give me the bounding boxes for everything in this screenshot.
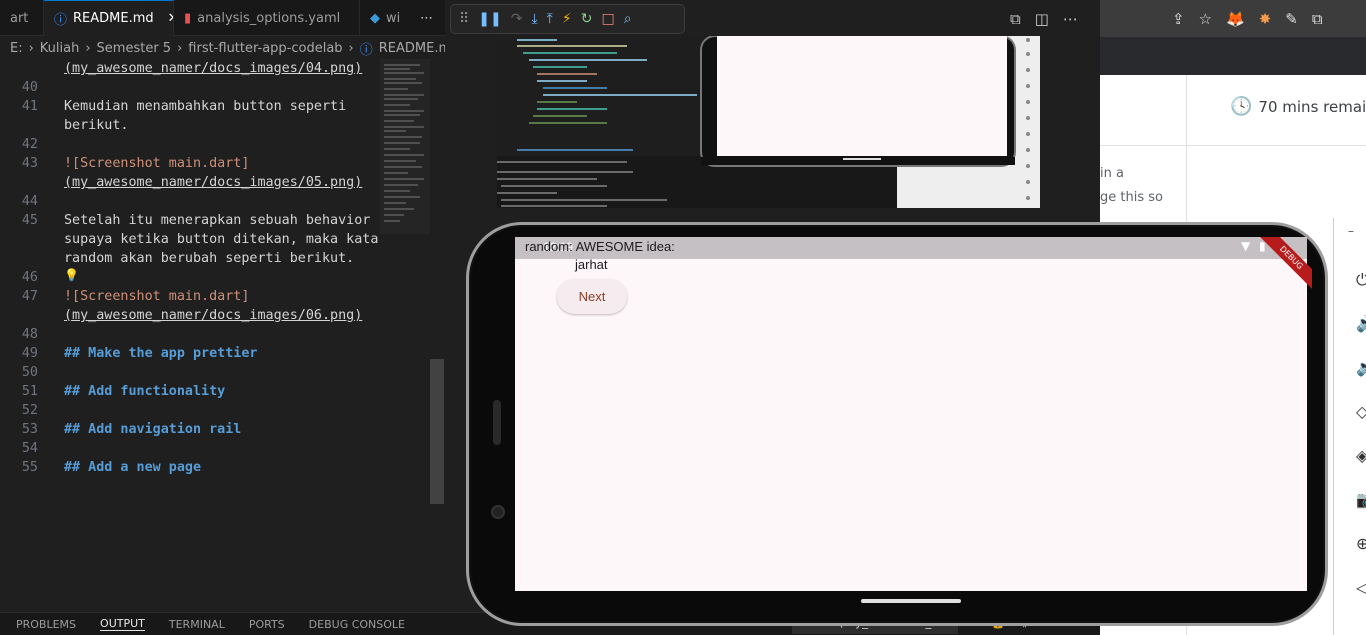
stop-icon[interactable]: □ (601, 11, 614, 27)
more-icon[interactable]: ⋯ (1063, 10, 1078, 28)
extensions-puzzle-icon[interactable]: ⧉ (1312, 10, 1323, 28)
editor-actions: ⧉ ◫ ⋯ (1010, 4, 1100, 34)
drag-handle-icon[interactable]: ⠿ (459, 11, 469, 27)
eyedropper-icon[interactable]: ✎ (1285, 10, 1298, 28)
preview-code-screenshot (497, 36, 1040, 208)
snippet-line: in a (1100, 166, 1124, 181)
rotate-right-icon[interactable]: ◈ (1356, 434, 1366, 478)
editor-tab-analysis[interactable]: ▮ analysis_options.yaml (174, 0, 360, 36)
side-button (493, 400, 501, 445)
breadcrumb-item[interactable]: E: (10, 41, 23, 56)
step-over-icon[interactable]: ↷ (511, 11, 523, 27)
step-out-icon[interactable]: ⤒ (547, 11, 553, 27)
emulator-controls: ⏻ 🔊 🔉 ◇ ◈ 📷 ⊕ ◁ (1356, 258, 1366, 610)
volume-down-icon[interactable]: 🔉 (1356, 346, 1366, 390)
metamask-extension-icon[interactable]: 🦊 (1226, 10, 1245, 28)
tab-label: README.md (73, 11, 154, 26)
tab-debug-console[interactable]: DEBUG CONSOLE (309, 618, 405, 631)
time-remaining: 🕓 70 mins remain (1230, 96, 1366, 117)
breadcrumb-item[interactable]: README.md (379, 41, 445, 56)
emulator-control-panel: – ⏻ 🔊 🔉 ◇ ◈ 📷 ⊕ ◁ (1333, 218, 1366, 635)
page-snippet: in a ge this so (1100, 162, 1163, 210)
bookmark-star-icon[interactable]: ☆ (1199, 10, 1212, 28)
breadcrumb-item[interactable]: Kuliah (40, 41, 80, 56)
minimize-icon[interactable]: – (1348, 224, 1354, 238)
snippet-line: ge this so (1100, 190, 1163, 205)
tab-label: art (10, 10, 29, 26)
editor-tab-bar: art ⓘ README.md ✕ ▮ analysis_options.yam… (0, 0, 445, 36)
app-screen[interactable]: 12:19 ▼ ▮ random: AWESOME idea: jarhat (515, 237, 1307, 591)
open-preview-icon[interactable]: ⧉ (1010, 10, 1021, 28)
editor-tab-readme[interactable]: ⓘ README.md ✕ (44, 0, 174, 36)
tab-label: analysis_options.yaml (197, 10, 341, 26)
camera-lens-icon (491, 505, 505, 519)
restart-icon[interactable]: ↻ (581, 11, 593, 27)
debug-toolbar: ⠿ ❚❚ ↷ ⤓ ⤒ ⚡ ↻ □ ⌕ (450, 4, 685, 34)
devtools-search-icon[interactable]: ⌕ (624, 11, 632, 27)
hot-reload-icon[interactable]: ⚡ (562, 11, 572, 27)
prompt-text: random: AWESOME idea: (525, 239, 675, 254)
split-editor-icon[interactable]: ◫ (1035, 10, 1049, 28)
share-icon[interactable]: ⇪ (1172, 10, 1185, 28)
minimap-lines (384, 64, 424, 222)
clock-icon: 🕓 (1230, 96, 1253, 117)
code-editor[interactable]: (my_awesome_namer/docs_images/04.png) 40… (0, 59, 380, 612)
power-icon[interactable]: ⏻ (1356, 258, 1366, 302)
info-icon: ⓘ (359, 42, 373, 58)
browser-page-header (1100, 37, 1366, 75)
tab-ports[interactable]: PORTS (249, 618, 285, 631)
screenshot-preview-image (497, 36, 1040, 208)
breadcrumb-item[interactable]: Semester 5 (97, 41, 172, 56)
breadcrumb-item[interactable]: first-flutter-app-codelab (188, 41, 342, 56)
scrollbar-thumb[interactable] (430, 359, 444, 504)
zoom-icon[interactable]: ⊕ (1356, 522, 1366, 566)
tab-terminal[interactable]: TERMINAL (169, 618, 225, 631)
editor-scrollbar[interactable] (430, 59, 444, 612)
camera-icon[interactable]: 📷 (1356, 478, 1366, 522)
info-icon: ⓘ (54, 13, 68, 28)
more-actions-icon[interactable]: ⋯ (410, 0, 440, 36)
debug-banner-label: DEBUG (1254, 237, 1312, 295)
next-button[interactable]: Next (557, 279, 627, 314)
debug-banner: DEBUG (1252, 237, 1312, 297)
next-button-label: Next (578, 289, 606, 304)
tab-problems[interactable]: PROBLEMS (16, 618, 76, 631)
random-word: jarhat (575, 257, 608, 272)
lightbulb-icon: 💡 (64, 268, 79, 282)
editor-tab-dart[interactable]: art (0, 0, 44, 36)
back-icon[interactable]: ◁ (1356, 566, 1366, 610)
home-indicator[interactable] (861, 599, 961, 603)
editor-tab-wi[interactable]: ◆ wi (360, 0, 410, 36)
minimap[interactable] (380, 59, 430, 234)
file-icon: ▮ (184, 10, 192, 26)
tab-output[interactable]: OUTPUT (100, 617, 145, 631)
browser-toolbar: ⇪ ☆ 🦊 ✸ ✎ ⧉ (1100, 0, 1366, 37)
wifi-icon: ▼ (1241, 239, 1251, 253)
time-remaining-label: 70 mins remain (1258, 97, 1366, 116)
pause-icon[interactable]: ❚❚ (478, 11, 501, 27)
extension-icon[interactable]: ✸ (1259, 10, 1272, 28)
step-into-icon[interactable]: ⤓ (531, 11, 537, 27)
dart-icon: ◆ (370, 10, 380, 26)
page-divider (1100, 145, 1366, 146)
breadcrumb: E: › Kuliah › Semester 5 › first-flutter-ap… (0, 37, 445, 59)
rotate-left-icon[interactable]: ◇ (1356, 390, 1366, 434)
tab-label: wi (386, 10, 401, 26)
volume-up-icon[interactable]: 🔊 (1356, 302, 1366, 346)
